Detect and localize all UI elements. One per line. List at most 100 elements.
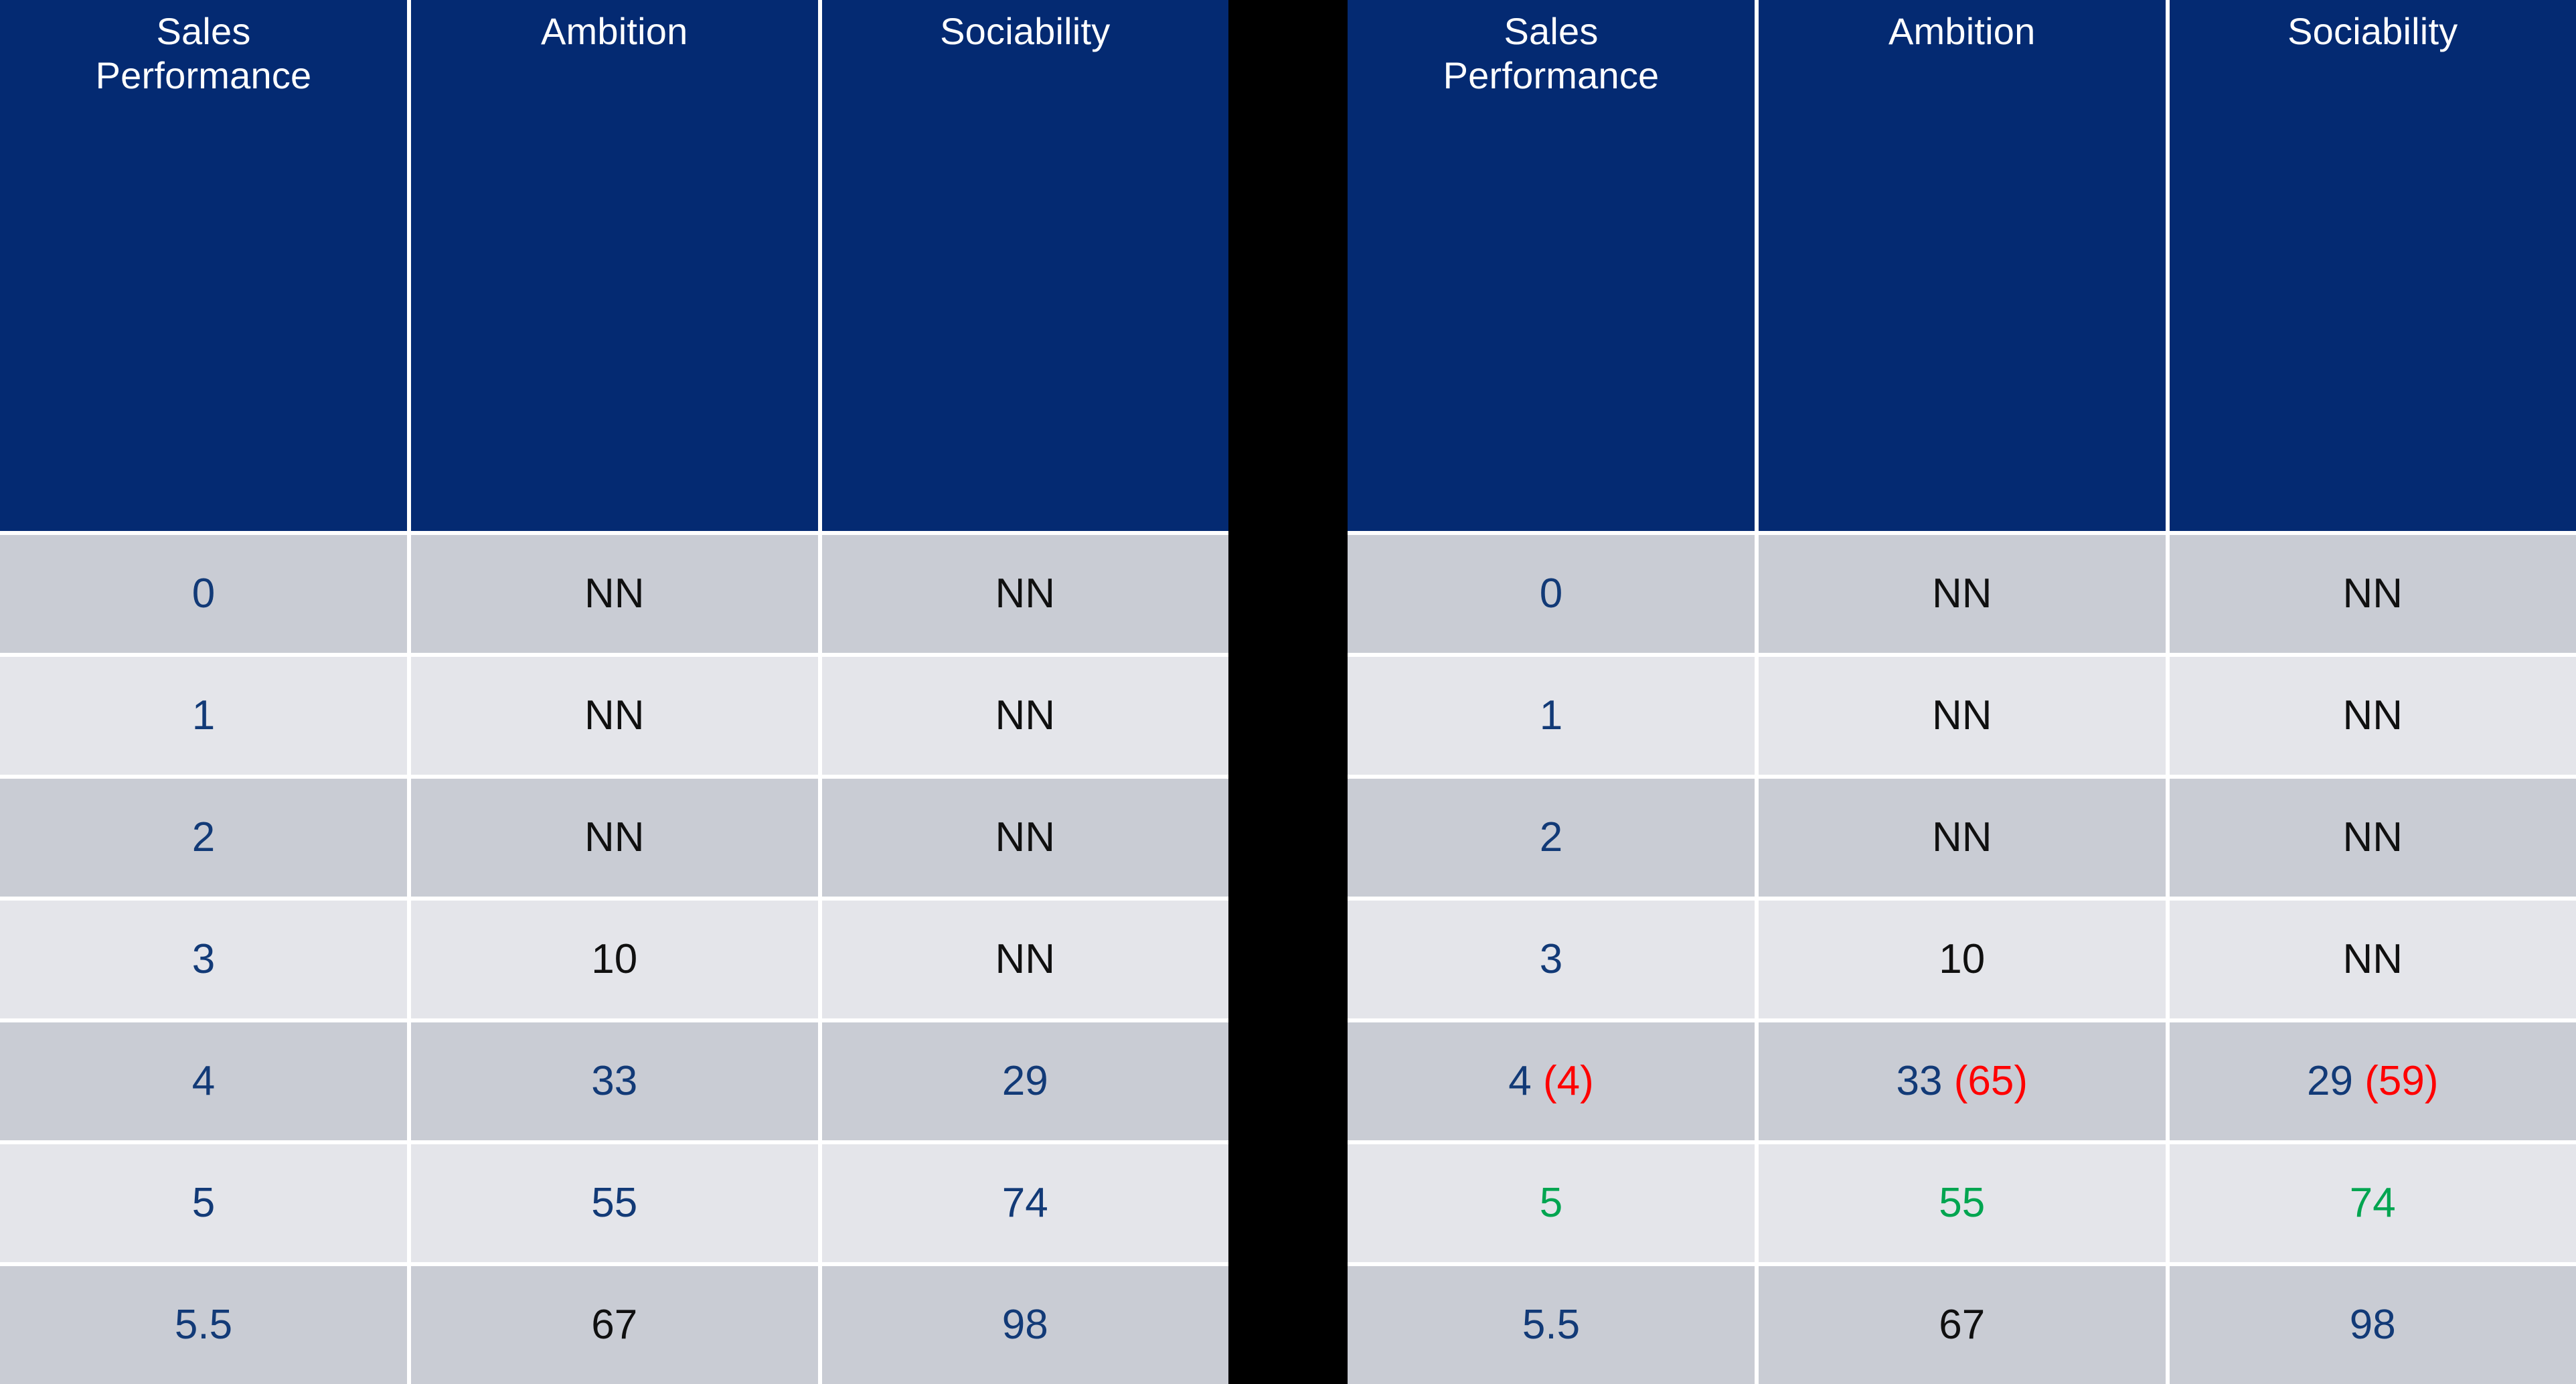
table-cell: 67 xyxy=(411,1266,818,1384)
cell-value: 1 xyxy=(191,692,216,739)
cell-value: 4 xyxy=(1508,1058,1532,1104)
cell-value: 5.5 xyxy=(1522,1302,1581,1348)
cell-value: NN xyxy=(584,570,645,617)
row-label-cell: 1 xyxy=(1348,657,1755,775)
table-cell: NN xyxy=(1759,657,2166,775)
cell-value-secondary: (59) xyxy=(2352,1058,2439,1104)
row-label-cell: 1 xyxy=(0,657,407,775)
header-cell-sales-performance: Sales Performance xyxy=(1348,0,1755,531)
cell-value: 10 xyxy=(1939,936,1986,982)
cell-value: 67 xyxy=(591,1302,638,1348)
left-table-grid: SalesPerformance Ambition Sociability 0 NNNC… xyxy=(0,0,1228,1384)
cell-value: NN xyxy=(1931,814,1992,860)
table-cell: NN xyxy=(821,657,1228,775)
cell-value: NN xyxy=(2342,692,2403,739)
slide-canvas: SalesPerformance Ambition Sociability 0 NNNC… xyxy=(0,0,2576,1384)
table-cell: 74 xyxy=(2169,1144,2576,1262)
table-cell: NN xyxy=(2169,901,2576,1018)
table-cell: NNNCA Plot : Ambition - Sales.performanc… xyxy=(1759,535,2166,653)
cell-value: 55 xyxy=(1939,1180,1986,1226)
header-label: Sociability xyxy=(2287,10,2458,52)
table-cell: NNNCA Plot : Ambition - Sales.performanc… xyxy=(411,535,818,653)
header-cell-sociability: Sociability xyxy=(2169,0,2576,531)
cell-value: NN xyxy=(995,936,1056,982)
table-cell: 98 xyxy=(2169,1266,2576,1384)
cell-value: NN xyxy=(2342,814,2403,860)
table-cell: NN xyxy=(821,901,1228,1018)
cell-value: 74 xyxy=(1001,1180,1048,1226)
row-label-cell: 4 (4) xyxy=(1348,1022,1755,1140)
cell-value-secondary: (65) xyxy=(1942,1058,2028,1104)
row-label-cell: 2 xyxy=(0,779,407,897)
header-cell-sales-performance: Sales Performance xyxy=(0,0,407,531)
row-label-cell: 5.5 xyxy=(0,1266,407,1384)
cell-value: NN xyxy=(995,814,1056,860)
cell-value: 3 xyxy=(191,936,216,982)
table-cell: NN xyxy=(2169,657,2576,775)
table-cell: NN xyxy=(821,779,1228,897)
cell-value: 1 xyxy=(1539,692,1563,739)
table-cell: NNNCA Plot : Sociability - Sales.perform… xyxy=(821,535,1228,653)
table-cell: NNNCA Plot : Sociability - Sales.perform… xyxy=(2169,535,2576,653)
cell-value: 33 xyxy=(591,1058,638,1104)
cell-value: 3 xyxy=(1539,936,1563,982)
cell-value: NN xyxy=(2342,570,2403,617)
cell-value: NN xyxy=(584,692,645,739)
cell-value: NN xyxy=(1931,692,1992,739)
header-label: Ambition xyxy=(541,10,688,52)
row-label-cell: 4 xyxy=(0,1022,407,1140)
table-cell: 98 xyxy=(821,1266,1228,1384)
cell-value: 10 xyxy=(591,936,638,982)
cell-value: 2 xyxy=(191,814,216,860)
cell-value: 33 xyxy=(1896,1058,1943,1104)
cell-value: NN xyxy=(995,692,1056,739)
row-label-cell: 3 xyxy=(0,901,407,1018)
cell-value: 67 xyxy=(1939,1302,1986,1348)
row-label-cell: 5 xyxy=(1348,1144,1755,1262)
row-label-cell: 0 xyxy=(0,535,407,653)
cell-value: 29 xyxy=(2307,1058,2353,1104)
cell-value: 4 xyxy=(191,1058,216,1104)
cell-value: NN xyxy=(1931,570,1992,617)
table-cell: 10 xyxy=(1759,901,2166,1018)
table-cell: 29 (59) xyxy=(2169,1022,2576,1140)
table-cell: NN xyxy=(2169,779,2576,897)
header-cell-sociability: Sociability xyxy=(821,0,1228,531)
cell-value: 5 xyxy=(191,1180,216,1226)
header-label: Sales Performance xyxy=(1443,10,1660,97)
table-cell: 33 (65) xyxy=(1759,1022,2166,1140)
cell-value: 0 xyxy=(1539,570,1563,617)
table-cell: 74 xyxy=(821,1144,1228,1262)
table-cell: 55 xyxy=(411,1144,818,1262)
cell-value: NN xyxy=(2342,936,2403,982)
row-label-cell: 3 xyxy=(1348,901,1755,1018)
right-table-panel: SalesPerformance Ambition Sociability 0 NNNC… xyxy=(1348,0,2576,1384)
table-cell: 55 xyxy=(1759,1144,2166,1262)
header-label: Sociability xyxy=(940,10,1111,52)
left-table-panel: SalesPerformance Ambition Sociability 0 NNNC… xyxy=(0,0,1228,1384)
cell-value: 5.5 xyxy=(174,1302,233,1348)
cell-value: 55 xyxy=(591,1180,638,1226)
row-label-cell: 0 xyxy=(1348,535,1755,653)
right-table-grid: SalesPerformance Ambition Sociability 0 NNNC… xyxy=(1348,0,2576,1384)
table-cell: NN xyxy=(411,657,818,775)
cell-value: NN xyxy=(995,570,1056,617)
cell-value: 29 xyxy=(1001,1058,1048,1104)
row-label-cell: 5 xyxy=(0,1144,407,1262)
row-label-cell: 5.5 xyxy=(1348,1266,1755,1384)
cell-value-secondary: (4) xyxy=(1531,1058,1594,1104)
table-cell: 33 xyxy=(411,1022,818,1140)
cell-value: 5 xyxy=(1539,1180,1563,1226)
header-label: Sales Performance xyxy=(95,10,312,97)
table-cell: NN xyxy=(1759,779,2166,897)
table-cell: NN xyxy=(411,779,818,897)
cell-value: 2 xyxy=(1539,814,1563,860)
header-cell-ambition: Ambition xyxy=(1759,0,2166,531)
panel-separator xyxy=(1228,0,1348,1384)
table-cell: 67 xyxy=(1759,1266,2166,1384)
table-cell: 10 xyxy=(411,901,818,1018)
header-cell-ambition: Ambition xyxy=(411,0,818,531)
cell-value: 98 xyxy=(2349,1302,2396,1348)
cell-value: 98 xyxy=(1001,1302,1048,1348)
cell-value: 0 xyxy=(191,570,216,617)
